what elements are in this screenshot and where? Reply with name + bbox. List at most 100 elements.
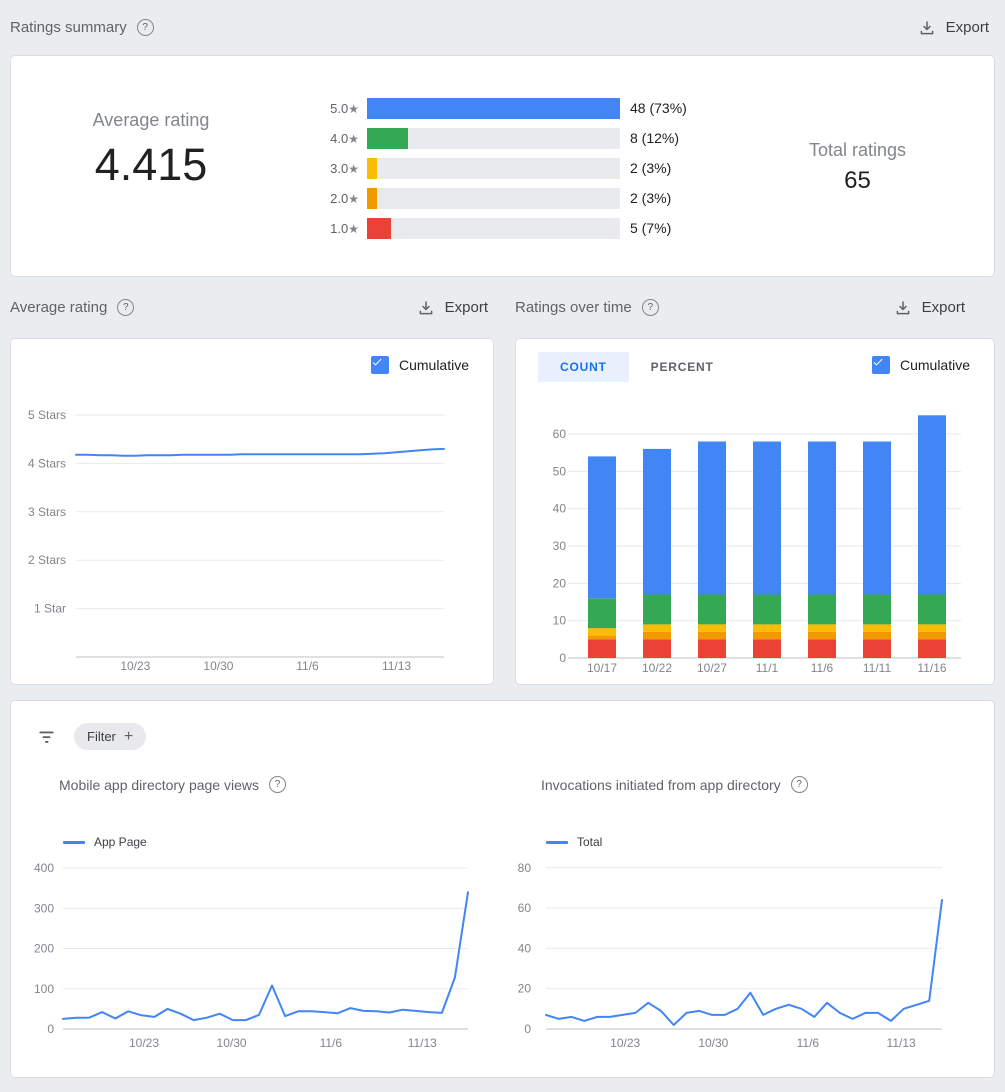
- export-button[interactable]: Export: [888, 295, 971, 321]
- help-icon[interactable]: ?: [269, 776, 286, 793]
- help-icon[interactable]: ?: [642, 299, 659, 316]
- page-views-title-group: Mobile app directory page views ?: [59, 776, 503, 793]
- ratings-summary-card: Average rating 4.415 5.0★48 (73%)4.0★8 (…: [10, 55, 995, 277]
- page-views-chart: 010020030040010/2310/3011/611/13: [21, 859, 491, 1059]
- rating-bar-label: 1.0★: [301, 221, 359, 236]
- bar-segment: [863, 442, 891, 595]
- line-series: [76, 449, 444, 456]
- average-rating-chart: 1 Star2 Stars3 Stars4 Stars5 Stars10/231…: [11, 339, 494, 685]
- bar-segment: [588, 628, 616, 636]
- filter-chip[interactable]: Filter +: [74, 723, 146, 750]
- axis-label: 4 Stars: [28, 456, 66, 470]
- star-icon: ★: [348, 102, 359, 116]
- page-views-section: Mobile app directory page views ? App Pa…: [11, 776, 503, 1059]
- bar-segment: [863, 624, 891, 632]
- bar-segment: [863, 632, 891, 640]
- axis-label: 11/16: [917, 661, 946, 675]
- axis-label: 10/23: [610, 1036, 640, 1050]
- axis-label: 0: [47, 1022, 54, 1036]
- help-icon[interactable]: ?: [117, 299, 134, 316]
- rating-bar-fill: [367, 98, 620, 119]
- axis-label: 60: [518, 901, 532, 915]
- axis-label: 0: [559, 651, 566, 665]
- chart-title: Invocations initiated from app directory: [541, 777, 781, 793]
- export-button[interactable]: Export: [912, 15, 995, 41]
- bar-segment: [643, 624, 671, 632]
- bar-segment: [643, 449, 671, 595]
- filter-chip-label: Filter: [87, 729, 116, 744]
- bar-segment: [588, 639, 616, 658]
- legend-line-icon: [546, 841, 568, 844]
- export-button[interactable]: Export: [411, 295, 494, 321]
- axis-label: 20: [553, 576, 567, 590]
- rating-bar-value: 8 (12%): [630, 130, 679, 146]
- ratings-over-time-chart: 010203040506010/1710/2210/2711/111/611/1…: [516, 339, 995, 685]
- axis-label: 30: [553, 539, 567, 553]
- bar-segment: [643, 632, 671, 640]
- axis-label: 40: [518, 941, 532, 955]
- bar-segment: [698, 442, 726, 595]
- bar-segment: [698, 595, 726, 625]
- axis-label: 10/30: [203, 659, 233, 673]
- axis-label: 50: [553, 464, 567, 478]
- filter-list-icon[interactable]: [37, 729, 56, 745]
- axis-label: 200: [34, 942, 54, 956]
- bar-segment: [808, 632, 836, 640]
- download-icon: [417, 299, 435, 317]
- bar-segment: [753, 639, 781, 658]
- section-title: Ratings over time: [515, 299, 632, 316]
- cumulative-checkbox-row[interactable]: Cumulative: [872, 356, 970, 374]
- axis-label: 10/23: [129, 1036, 159, 1050]
- axis-label: 10/27: [697, 661, 727, 675]
- chart-section-headers: Average rating ? Export Ratings over tim…: [10, 277, 995, 338]
- axis-label: 11/13: [408, 1036, 437, 1050]
- bar-segment: [753, 632, 781, 640]
- axis-label: 11/6: [797, 1036, 820, 1050]
- bar-segment: [643, 595, 671, 625]
- rating-bar-track: [367, 128, 620, 149]
- average-rating-block: Average rating 4.415: [11, 56, 291, 276]
- rating-bar-row: 1.0★ 5 (7%): [301, 213, 721, 243]
- checkbox-checked-icon[interactable]: [371, 356, 389, 374]
- total-ratings-label: Total ratings: [721, 140, 994, 161]
- bar-segment: [698, 632, 726, 640]
- star-icon: ★: [348, 132, 359, 146]
- bar-segment: [643, 639, 671, 658]
- chart-title: Mobile app directory page views: [59, 777, 259, 793]
- axis-label: 3 Stars: [28, 505, 66, 519]
- axis-label: 11/6: [296, 659, 319, 673]
- total-ratings-block: Total ratings 65: [721, 56, 994, 276]
- tab-count[interactable]: COUNT: [538, 352, 629, 382]
- legend-line-icon: [63, 841, 85, 844]
- tab-percent[interactable]: PERCENT: [629, 352, 736, 382]
- bar-segment: [753, 442, 781, 595]
- rating-bar-value: 5 (7%): [630, 220, 671, 236]
- bar-segment: [918, 632, 946, 640]
- help-icon[interactable]: ?: [137, 19, 154, 36]
- axis-label: 0: [524, 1022, 531, 1036]
- help-icon[interactable]: ?: [791, 776, 808, 793]
- cumulative-label: Cumulative: [900, 357, 970, 373]
- plus-icon: +: [124, 729, 133, 745]
- bar-segment: [808, 595, 836, 625]
- ratings-over-time-title-group: Ratings over time ?: [515, 299, 659, 316]
- axis-label: 11/6: [811, 661, 834, 675]
- ratings-over-time-section-header: Ratings over time ? Export: [515, 295, 995, 321]
- bar-segment: [698, 624, 726, 632]
- rating-bar-track: [367, 218, 620, 239]
- bar-segment: [918, 624, 946, 632]
- checkbox-checked-icon[interactable]: [872, 356, 890, 374]
- rating-bar-row: 4.0★ 8 (12%): [301, 123, 721, 153]
- rating-distribution: 5.0★48 (73%)4.0★8 (12%)3.0★2 (3%)2.0★2 (…: [291, 56, 721, 276]
- rating-bar-label: 4.0★: [301, 131, 359, 146]
- rating-bar-value: 2 (3%): [630, 160, 671, 176]
- bar-segment: [588, 636, 616, 640]
- line-series: [546, 900, 942, 1025]
- ratings-summary-title-group: Ratings summary ?: [10, 19, 154, 36]
- cumulative-checkbox-row[interactable]: Cumulative: [371, 356, 469, 374]
- axis-label: 5 Stars: [28, 408, 66, 422]
- axis-label: 11/13: [887, 1036, 916, 1050]
- count-percent-tabs: COUNT PERCENT: [538, 352, 736, 382]
- bar-segment: [753, 595, 781, 625]
- rating-bar-track: [367, 188, 620, 209]
